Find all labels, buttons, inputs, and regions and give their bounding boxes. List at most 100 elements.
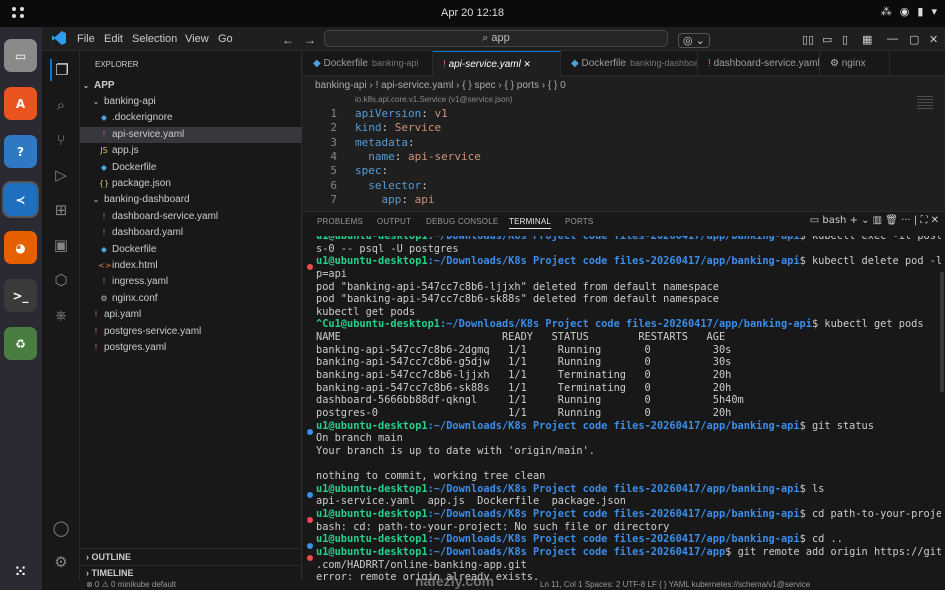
timeline-section[interactable]: › TIMELINE	[80, 565, 302, 580]
tree-item[interactable]: <>index.html	[80, 258, 302, 274]
file-icon: !	[102, 228, 106, 238]
accessibility-icon[interactable]: ◉	[900, 5, 910, 18]
tree-item[interactable]: ◆ Dockerfile	[80, 160, 302, 176]
terminal-line: kubectl get pods	[316, 305, 416, 318]
tree-item-label: nginx.conf	[112, 292, 158, 304]
terminal-line: u1@ubuntu-desktop1:~/Downloads/K8s Proje…	[316, 508, 941, 521]
terminal-scrollbar[interactable]	[940, 272, 944, 392]
copilot-icon[interactable]: ◎ ⌄	[678, 33, 710, 48]
forward-arrow-icon[interactable]: →	[304, 33, 316, 47]
code-line: 3 metadata:	[303, 136, 903, 150]
command-status-dot	[307, 542, 313, 549]
terminal[interactable]: u1@ubuntu-desktop1:~/Downloads/K8s Proje…	[316, 236, 941, 581]
tree-item-label: banking-dashboard	[104, 194, 190, 206]
app-center-icon[interactable]: A	[4, 87, 37, 120]
show-apps-icon[interactable]: ⁙	[4, 555, 37, 588]
status-left[interactable]: ⊗ 0 ⚠ 0 minikube default	[86, 580, 176, 590]
run-debug-icon[interactable]: ▷	[50, 164, 72, 186]
minimize-icon[interactable]: —	[887, 33, 898, 45]
file-type-icon: ⚙	[830, 58, 842, 69]
tree-item[interactable]: ! api.yaml	[80, 307, 302, 323]
system-menu-icon[interactable]: ▾	[931, 5, 937, 18]
tree-item-label: banking-api	[104, 96, 156, 107]
extensions-icon[interactable]: ⊞	[50, 199, 72, 221]
terminal-icon[interactable]: >_	[4, 279, 37, 312]
tree-item[interactable]: ⌄ banking-api	[80, 94, 302, 110]
tree-item-label: api-service.yaml	[112, 128, 185, 140]
menu-go[interactable]: Go	[218, 33, 233, 45]
tree-item[interactable]: JS app.js	[80, 143, 302, 159]
tree-item[interactable]: ! api-service.yaml	[80, 126, 302, 143]
prompt-path: :~/Downloads/K8s Project code files-2026…	[427, 508, 800, 521]
menu-edit[interactable]: Edit	[104, 33, 123, 45]
containers-icon[interactable]: ⬡	[50, 269, 72, 291]
back-arrow-icon[interactable]: ←	[282, 33, 294, 47]
panel-tab-problems[interactable]: PROBLEMS	[317, 217, 363, 226]
tree-item[interactable]: ⌄ banking-dashboard	[80, 192, 302, 208]
schema-codelens[interactable]: io.k8s.api.core.v1.Service (v1@service.j…	[355, 95, 513, 104]
account-icon[interactable]: ◯	[50, 517, 72, 539]
remote-explorer-icon[interactable]: ▣	[50, 234, 72, 256]
clock[interactable]: Apr 20 12:18	[0, 7, 945, 19]
line-number: 6	[330, 178, 337, 192]
toggle-secondary-sidebar-icon[interactable]: ▯	[842, 33, 848, 46]
files-icon[interactable]: ▭	[4, 39, 37, 72]
editor-tab[interactable]: ! dashboard-service.yaml	[698, 51, 820, 76]
search-icon[interactable]: ⌕	[50, 94, 72, 116]
trash-icon[interactable]: ♻	[4, 327, 37, 360]
tree-item[interactable]: {} package.json	[80, 176, 302, 192]
close-tab-icon[interactable]: ✕	[521, 59, 531, 69]
help-icon[interactable]: ?	[4, 135, 37, 168]
breadcrumb[interactable]: banking-api › ! api-service.yaml › { } s…	[315, 80, 566, 91]
terminal-line: u1@ubuntu-desktop1:~/Downloads/K8s Proje…	[316, 236, 941, 243]
kubernetes-icon[interactable]: ⎈	[50, 304, 72, 326]
file-icon: !	[102, 211, 106, 221]
tree-item[interactable]: ◆ .dockerignore	[80, 110, 302, 126]
folder-root[interactable]: ⌄ APP	[80, 78, 302, 94]
menu-view[interactable]: View	[185, 33, 209, 45]
menu-file[interactable]: File	[77, 33, 95, 45]
layout-icon[interactable]: ▦	[862, 33, 872, 46]
command-center-search[interactable]: ⌕ app	[324, 30, 668, 47]
panel-tab-debug-console[interactable]: DEBUG CONSOLE	[426, 217, 498, 226]
minimap[interactable]	[917, 96, 933, 110]
close-icon[interactable]: ✕	[929, 33, 938, 46]
tree-item[interactable]: ! dashboard.yaml	[80, 225, 302, 241]
editor-tab[interactable]: ⚙ nginx	[820, 51, 890, 76]
tree-item-label: ingress.yaml	[112, 276, 169, 288]
panel-tab-ports[interactable]: PORTS	[565, 217, 593, 226]
tree-item[interactable]: ! ingress.yaml	[80, 274, 302, 290]
battery-icon[interactable]: ▮	[917, 5, 923, 18]
terminal-line: banking-api-547cc7c8b6-2dgmq 1/1 Running…	[316, 343, 732, 356]
maximize-icon[interactable]: ▢	[909, 33, 919, 46]
outline-section[interactable]: › OUTLINE	[80, 548, 302, 564]
firefox-icon[interactable]: ◕	[4, 231, 37, 264]
network-icon[interactable]: ⁂	[881, 5, 892, 18]
tree-item[interactable]: ! postgres-service.yaml	[80, 324, 302, 340]
explorer-icon[interactable]: ❐	[50, 59, 72, 81]
command-text: $ cd path-to-your-project	[799, 508, 941, 521]
chevron-down-icon: ⌄	[92, 195, 100, 205]
tree-item[interactable]: ◆ Dockerfile	[80, 242, 302, 258]
status-right[interactable]: Ln 11, Col 1 Spaces: 2 UTF-8 LF { } YAML…	[540, 580, 810, 590]
tree-item-label: Dockerfile	[112, 161, 157, 173]
tree-item[interactable]: ! dashboard-service.yaml	[80, 209, 302, 225]
settings-gear-icon[interactable]: ⚙	[50, 551, 72, 573]
panel-tab-terminal[interactable]: TERMINAL	[509, 217, 552, 229]
menu-selection[interactable]: Selection	[132, 33, 177, 45]
editor-tab[interactable]: ! api-service.yaml ✕	[433, 51, 561, 76]
vscode-icon[interactable]: ≺	[4, 183, 37, 216]
editor-tab[interactable]: ◆ Dockerfile banking-api	[303, 51, 433, 76]
toggle-panel-icon[interactable]: ▭	[822, 33, 832, 46]
tree-item[interactable]: ! postgres.yaml	[80, 340, 302, 356]
source-control-icon[interactable]: ⑂	[50, 129, 72, 151]
system-tray[interactable]: ⁂ ◉ ▮ ▾	[881, 5, 937, 18]
terminal-line: u1@ubuntu-desktop1:~/Downloads/K8s Proje…	[316, 420, 941, 433]
terminal-line: pod "banking-api-547cc7c8b6-ljjxh" delet…	[316, 280, 719, 293]
editor-tab[interactable]: ◆ Dockerfilebanking-dashboard	[561, 51, 698, 76]
tree-item-label: Dockerfile	[112, 243, 157, 255]
toggle-sidebar-icon[interactable]: ▯▯	[802, 33, 814, 46]
tree-item[interactable]: ⚙ nginx.conf	[80, 291, 302, 307]
terminal-toolbar[interactable]: ▭ bash + ⌄ ▥ 🗑 ··· | ⛶ ✕	[810, 215, 939, 226]
panel-tab-output[interactable]: OUTPUT	[377, 217, 411, 226]
